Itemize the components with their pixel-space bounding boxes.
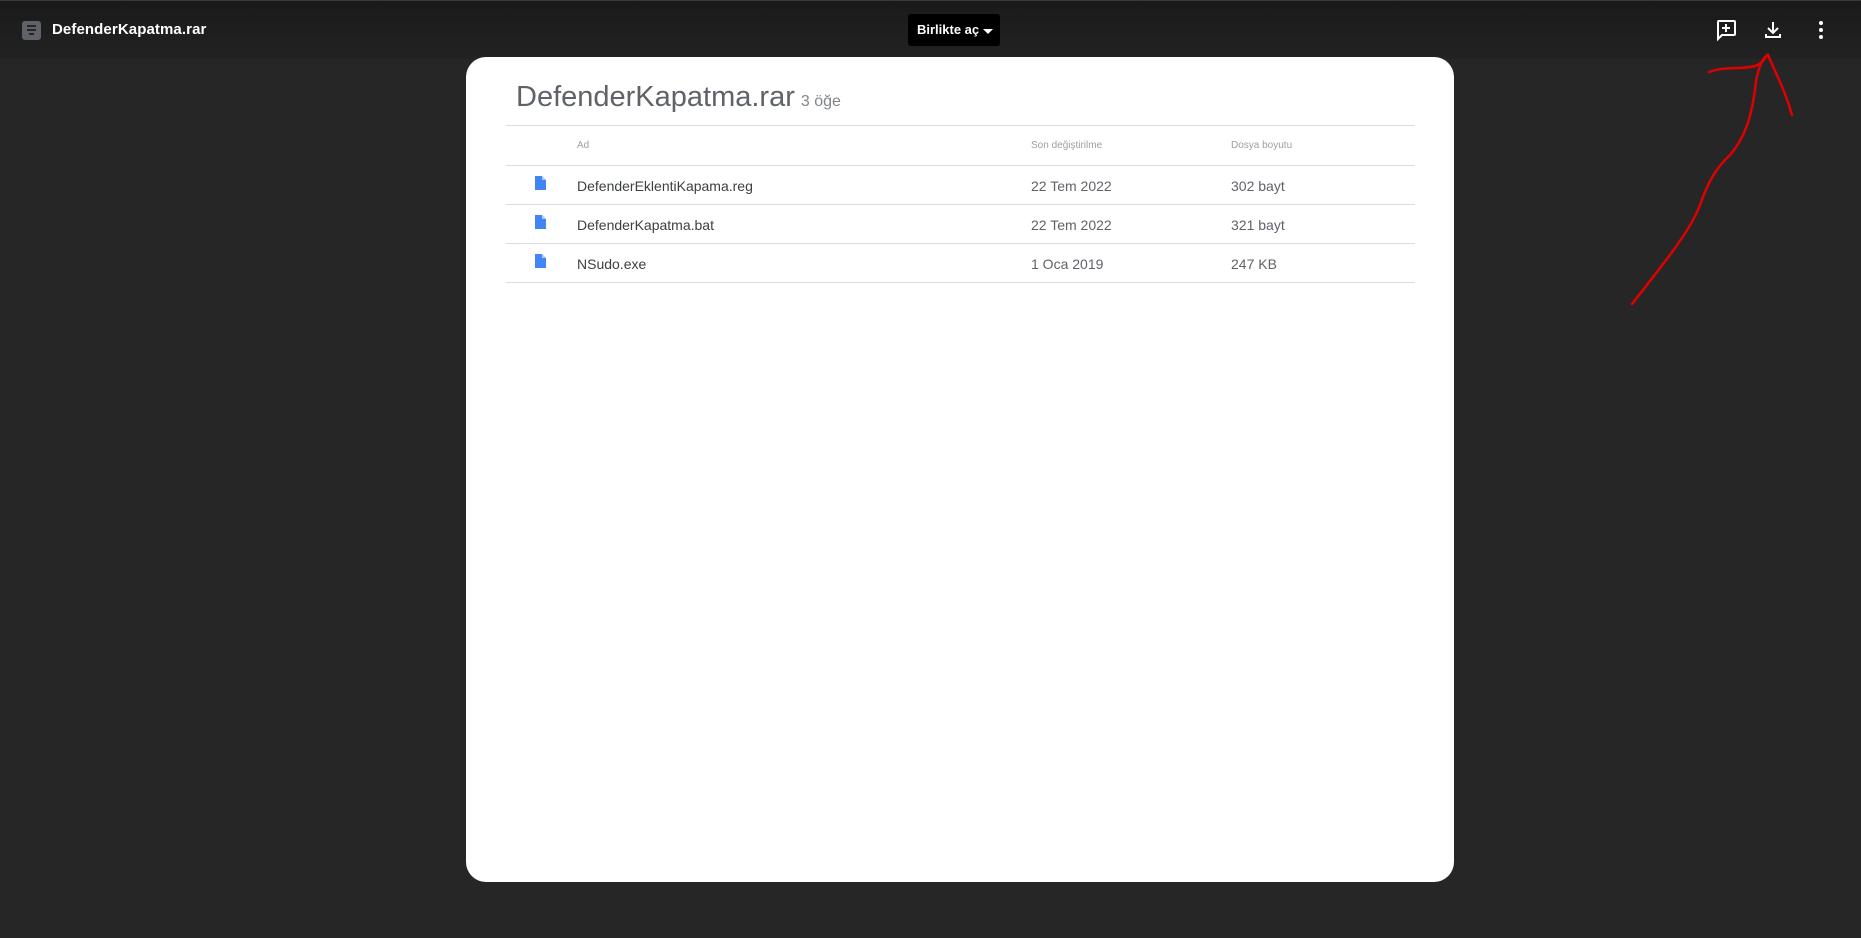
add-comment-button[interactable]: [1709, 13, 1743, 47]
table-row[interactable]: DefenderKapatma.bat 22 Tem 2022 321 bayt: [506, 205, 1415, 244]
table-header: Ad Son değiştirilme Dosya boyutu: [506, 125, 1415, 166]
file-name: NSudo.exe: [577, 256, 647, 272]
add-comment-icon: [1717, 20, 1736, 42]
file-modified: 1 Oca 2019: [1031, 256, 1104, 272]
file-size: 321 bayt: [1231, 217, 1285, 233]
document-icon: [535, 215, 546, 229]
item-count: 3 öğe: [800, 93, 841, 110]
download-button[interactable]: [1756, 13, 1790, 47]
file-size: 302 bayt: [1231, 178, 1285, 194]
download-icon: [1765, 22, 1781, 38]
column-header-modified[interactable]: Son değiştirilme: [1031, 140, 1102, 151]
file-modified: 22 Tem 2022: [1031, 178, 1112, 194]
document-icon: [535, 176, 546, 190]
viewer-toolbar: DefenderKapatma.rar Birlikte aç: [0, 0, 1861, 59]
open-with-label: Birlikte aç: [917, 22, 980, 37]
document-icon: [535, 254, 546, 268]
file-table: Ad Son değiştirilme Dosya boyutu Defende…: [506, 125, 1415, 283]
file-name: DefenderEklentiKapama.reg: [577, 178, 753, 194]
more-options-button[interactable]: [1804, 13, 1838, 47]
file-name: DefenderKapatma.bat: [577, 217, 714, 233]
column-header-size[interactable]: Dosya boyutu: [1231, 140, 1292, 151]
table-row[interactable]: NSudo.exe 1 Oca 2019 247 KB: [506, 244, 1415, 283]
file-title: DefenderKapatma.rar: [52, 21, 207, 38]
column-header-name[interactable]: Ad: [577, 140, 589, 151]
archive-name: DefenderKapatma.rar: [516, 81, 795, 113]
archive-title: DefenderKapatma.rar 3 öğe: [516, 81, 841, 114]
more-vert-icon: [1819, 21, 1823, 39]
archive-file-icon: [22, 21, 41, 40]
open-with-button[interactable]: Birlikte aç: [908, 14, 1000, 46]
archive-contents-card: DefenderKapatma.rar 3 öğe Ad Son değiştir…: [466, 57, 1454, 882]
table-row[interactable]: DefenderEklentiKapama.reg 22 Tem 2022 30…: [506, 166, 1415, 205]
chevron-down-icon: [983, 29, 993, 34]
file-size: 247 KB: [1231, 256, 1277, 272]
file-modified: 22 Tem 2022: [1031, 217, 1112, 233]
